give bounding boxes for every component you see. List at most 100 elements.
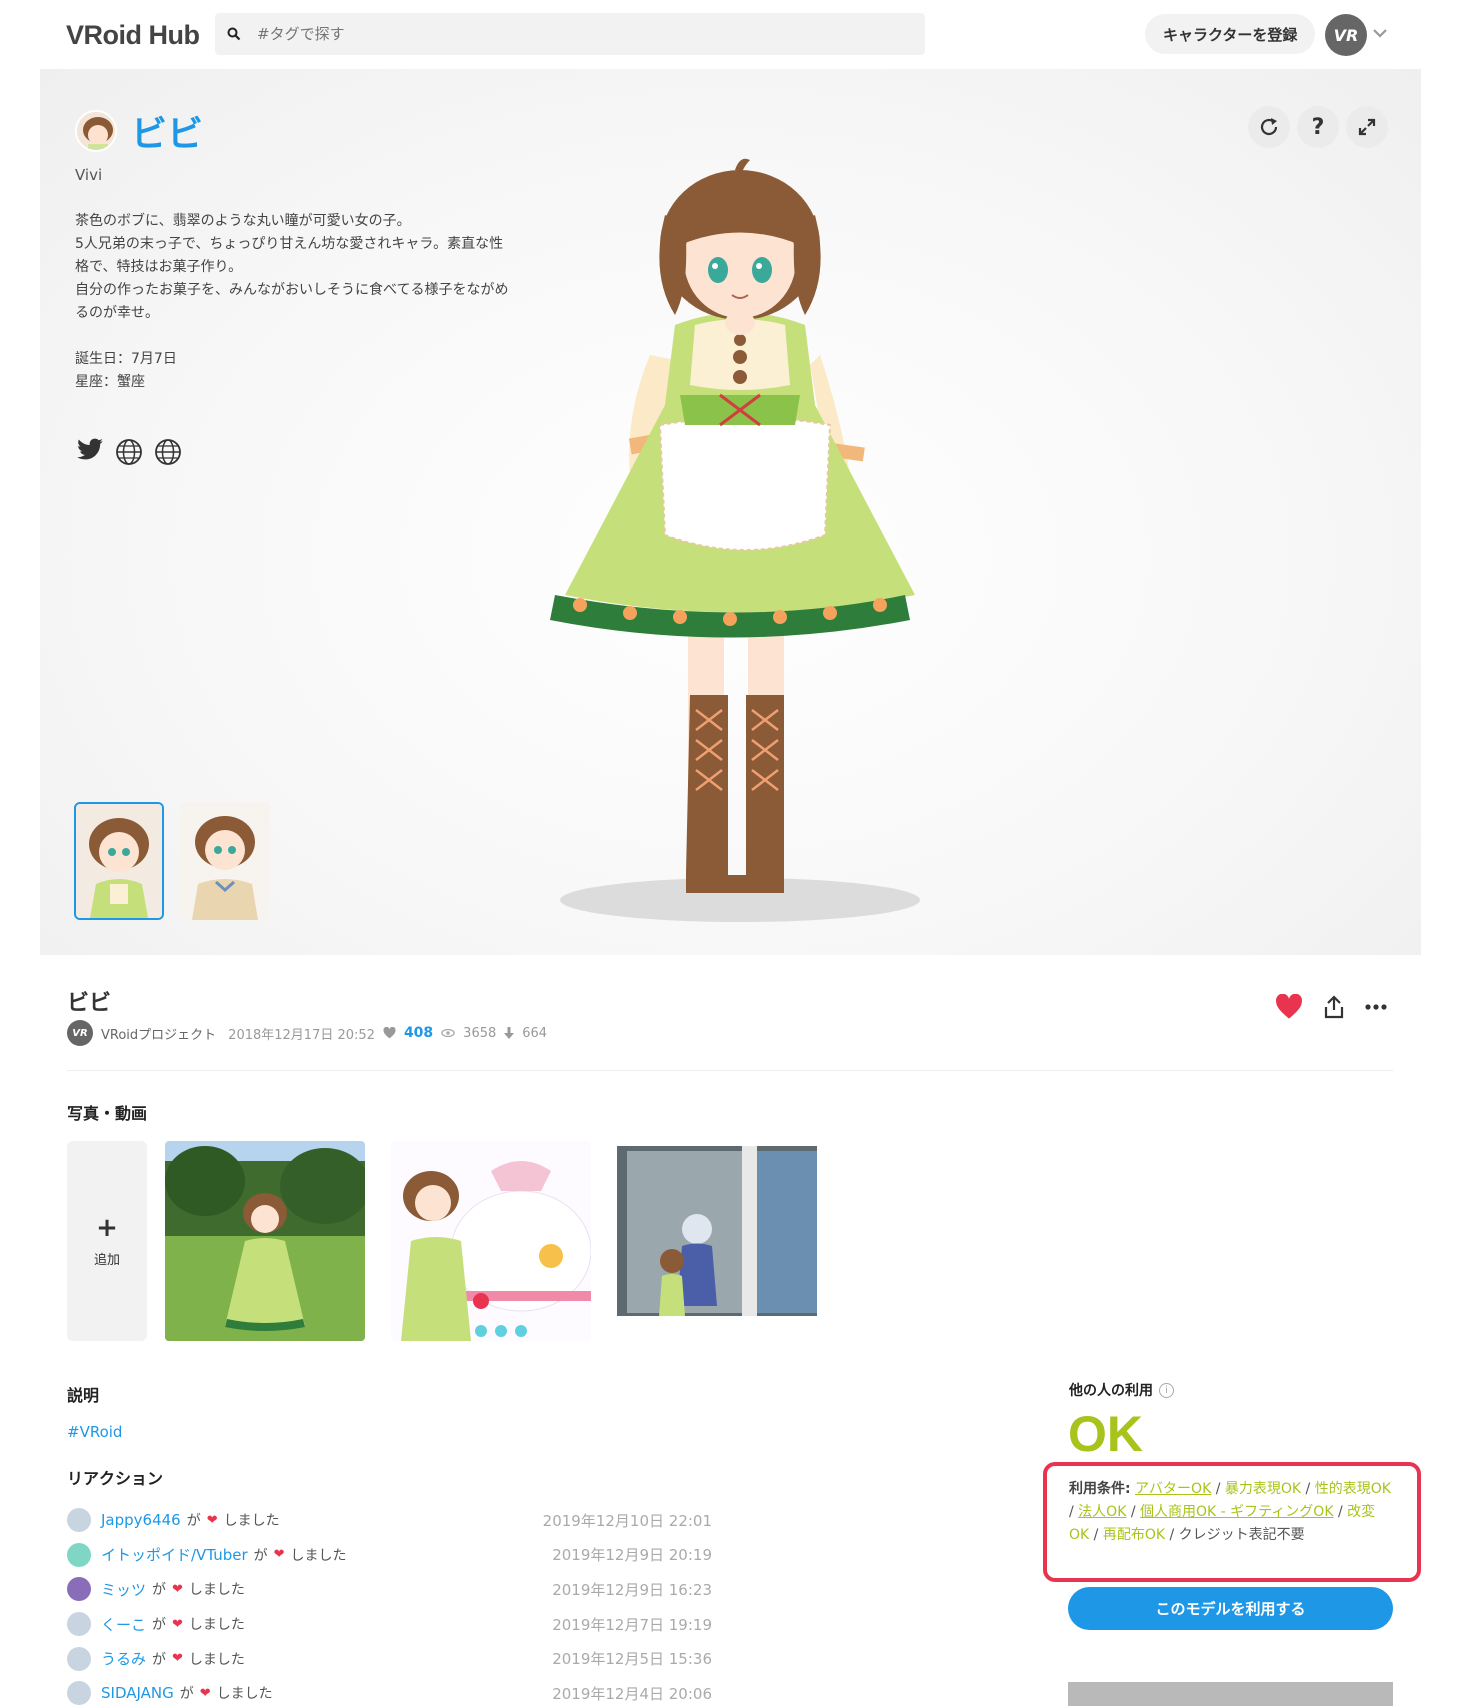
- share-icon[interactable]: [1323, 995, 1345, 1019]
- reaction-connector: が: [152, 1582, 167, 1599]
- reload-icon: [1260, 118, 1278, 136]
- term-credit: クレジット表記不要: [1178, 1527, 1305, 1543]
- heart-icon: ❤: [199, 1685, 211, 1701]
- reaction-date: 2019年12月5日 15:36: [552, 1650, 712, 1669]
- character-icon: [75, 110, 117, 152]
- heart-icon: [383, 1027, 396, 1039]
- usage-heading: 他の人の利用 i: [1069, 1380, 1174, 1400]
- term-sexual: 性的表現OK: [1314, 1481, 1391, 1497]
- usage-terms: 利用条件: アバターOK / 暴力表現OK / 性的表現OK / 法人OK / …: [1043, 1462, 1421, 1582]
- reaction-connector: が: [186, 1513, 201, 1530]
- photo-thumbnail-1[interactable]: [165, 1141, 365, 1341]
- fullscreen-button[interactable]: [1346, 106, 1388, 148]
- reactor-name[interactable]: イトッポイド/VTuber: [101, 1544, 248, 1565]
- like-count: 408: [403, 1025, 434, 1041]
- terms-label: 利用条件:: [1069, 1481, 1131, 1497]
- reactions-heading: リアクション: [67, 1469, 164, 1488]
- use-model-button[interactable]: このモデルを利用する: [1068, 1587, 1393, 1630]
- term-redistribute: 再配布OK: [1102, 1527, 1166, 1543]
- add-photo-label: 追加: [93, 1252, 120, 1268]
- reactor-name[interactable]: くーこ: [101, 1614, 146, 1635]
- chevron-down-icon[interactable]: [1372, 27, 1388, 39]
- heart-icon[interactable]: [1275, 994, 1303, 1020]
- heart-icon: ❤: [206, 1512, 218, 1528]
- heart-icon: ❤: [172, 1616, 183, 1632]
- reaction-connector: が: [152, 1617, 167, 1634]
- reaction-item: くーこ が ❤ しました 2019年12月7日 19:19: [67, 1607, 712, 1642]
- globe-icon[interactable]: [154, 438, 182, 466]
- tag-search-bar[interactable]: [215, 13, 925, 55]
- author-name[interactable]: VRoidプロジェクト: [101, 1024, 216, 1043]
- model-variant-thumbnails: [74, 802, 270, 920]
- reactor-name[interactable]: ミッツ: [101, 1579, 146, 1600]
- reaction-suffix: しました: [188, 1582, 245, 1599]
- user-avatar[interactable]: VR: [1325, 14, 1367, 56]
- reactor-name[interactable]: Jappy6446: [101, 1511, 181, 1529]
- heart-icon: ❤: [172, 1651, 183, 1667]
- model-meta: VR VRoidプロジェクト 2018年12月17日 20:52 408 365…: [67, 1020, 547, 1046]
- twitter-icon[interactable]: [76, 438, 104, 464]
- character-name: ビビ: [131, 114, 204, 155]
- reaction-date: 2019年12月9日 16:23: [552, 1580, 712, 1599]
- reaction-item: ミッツ が ❤ しました 2019年12月9日 16:23: [67, 1572, 712, 1607]
- register-character-button[interactable]: キャラクターを登録: [1145, 14, 1316, 54]
- tag-search-input[interactable]: [257, 25, 857, 43]
- character-3d-model[interactable]: [540, 95, 960, 925]
- term-commercial[interactable]: 個人商用OK - ギフティングOK: [1140, 1504, 1334, 1520]
- divider: [67, 1070, 1393, 1071]
- reactor-avatar[interactable]: [67, 1508, 91, 1533]
- plus-icon: +: [96, 1212, 118, 1243]
- model-actions: [1275, 994, 1387, 1020]
- help-icon: ?: [1311, 114, 1325, 140]
- info-icon[interactable]: i: [1159, 1382, 1174, 1398]
- model-title: ビビ: [67, 991, 112, 1016]
- character-description: 茶色のボブに、翡翠のような丸い瞳が可愛い女の子。 5人兄弟の末っ子で、ちょっぴり…: [75, 213, 509, 390]
- add-photo-button[interactable]: + 追加: [67, 1141, 147, 1341]
- reaction-suffix: しました: [188, 1617, 245, 1634]
- hashtag-link[interactable]: #VRoid: [67, 1423, 122, 1441]
- vroid-hub-logo[interactable]: VRoid Hub: [66, 20, 200, 51]
- character-subtitle: Vivi: [75, 166, 103, 184]
- author-avatar[interactable]: VR: [67, 1020, 93, 1046]
- term-corporate[interactable]: 法人OK: [1078, 1504, 1126, 1520]
- reactor-avatar[interactable]: [67, 1681, 91, 1706]
- reaction-connector: が: [253, 1547, 268, 1564]
- more-icon[interactable]: [1365, 1004, 1387, 1010]
- reaction-suffix: しました: [223, 1513, 280, 1530]
- reaction-date: 2019年12月7日 19:19: [552, 1615, 712, 1634]
- reset-view-button[interactable]: [1248, 106, 1290, 148]
- term-avatar[interactable]: アバターOK: [1135, 1481, 1211, 1497]
- heart-icon: ❤: [273, 1547, 285, 1563]
- reactor-name[interactable]: うるみ: [101, 1648, 146, 1669]
- reactor-name[interactable]: SIDAJANG: [101, 1684, 174, 1702]
- reaction-suffix: しました: [216, 1686, 273, 1703]
- usage-status: OK: [1068, 1406, 1143, 1462]
- reaction-connector: が: [152, 1651, 167, 1668]
- reaction-item: SIDAJANG が ❤ しました 2019年12月4日 20:06: [67, 1676, 712, 1706]
- download-icon: [504, 1027, 515, 1039]
- variant-thumbnail-2[interactable]: [180, 802, 270, 920]
- reactor-avatar[interactable]: [67, 1577, 91, 1602]
- photo-thumbnail-3[interactable]: [617, 1141, 817, 1341]
- reaction-date: 2019年12月9日 20:19: [552, 1546, 712, 1565]
- character-header: ビビ: [75, 105, 203, 157]
- reactor-avatar[interactable]: [67, 1646, 91, 1671]
- globe-icon[interactable]: [115, 438, 143, 466]
- photo-thumbnail-2[interactable]: [391, 1141, 591, 1341]
- viewer-toolbar: ?: [1248, 106, 1388, 148]
- heart-icon: ❤: [172, 1581, 183, 1597]
- reactor-avatar[interactable]: [67, 1542, 91, 1567]
- social-links: [76, 438, 182, 466]
- reaction-item: うるみ が ❤ しました 2019年12月5日 15:36: [67, 1641, 712, 1676]
- reaction-suffix: しました: [290, 1547, 347, 1564]
- reaction-list: Jappy6446 が ❤ しました 2019年12月10日 22:01 イトッ…: [67, 1503, 712, 1706]
- reaction-item: イトッポイド/VTuber が ❤ しました 2019年12月9日 20:19: [67, 1538, 712, 1573]
- reaction-item: Jappy6446 が ❤ しました 2019年12月10日 22:01: [67, 1503, 712, 1538]
- reaction-suffix: しました: [188, 1651, 245, 1668]
- fullscreen-icon: [1358, 118, 1376, 136]
- reactor-avatar[interactable]: [67, 1612, 91, 1637]
- usage-heading-text: 他の人の利用: [1069, 1383, 1153, 1399]
- help-button[interactable]: ?: [1297, 106, 1339, 148]
- term-violence: 暴力表現OK: [1224, 1481, 1302, 1497]
- variant-thumbnail-1[interactable]: [74, 802, 164, 920]
